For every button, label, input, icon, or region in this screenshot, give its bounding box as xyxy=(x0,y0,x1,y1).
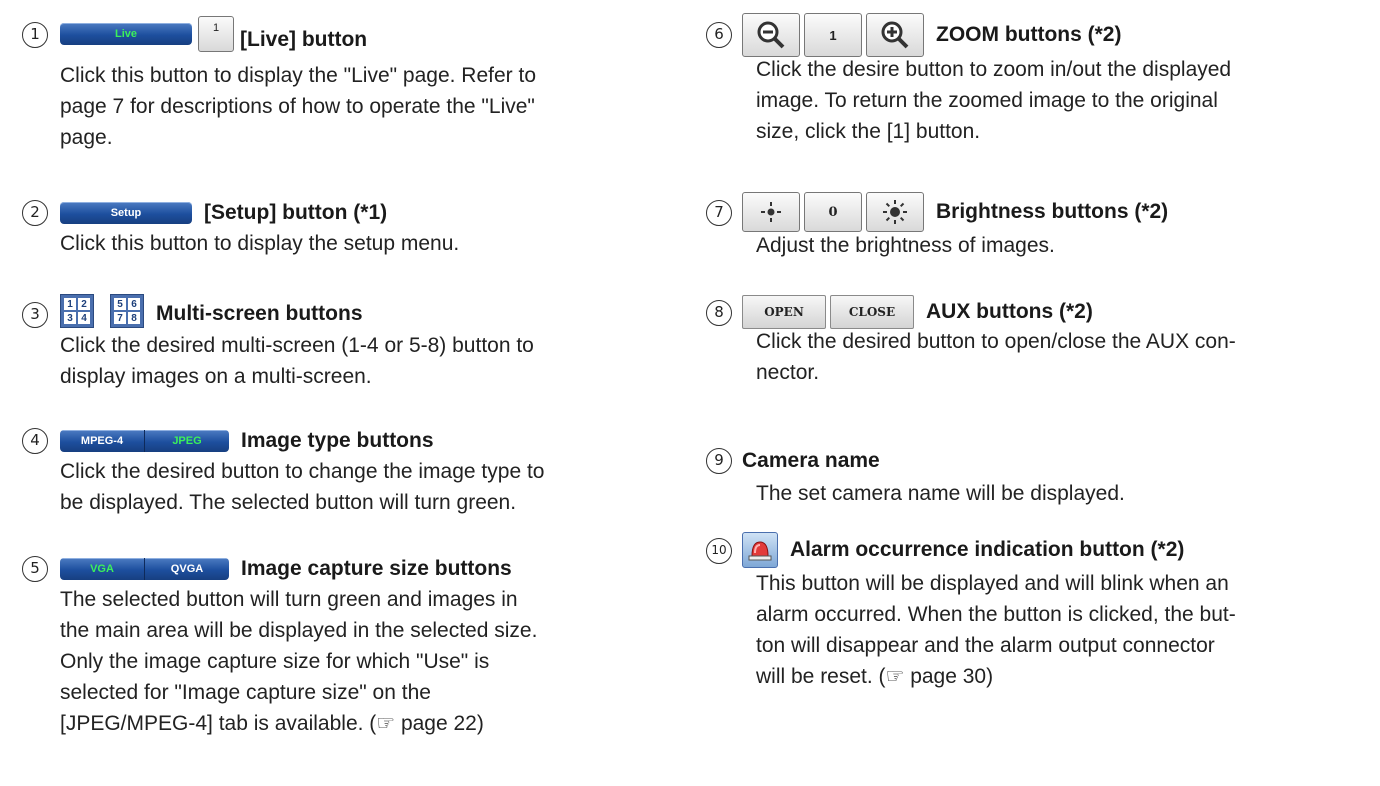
item-title: [Setup] button (*1) xyxy=(204,201,388,224)
zoom-in-icon xyxy=(881,21,909,49)
multiscreen-5-8-button[interactable]: 56 78 xyxy=(110,294,144,328)
brightness-up-button[interactable] xyxy=(866,192,924,232)
item-title: Multi-screen buttons xyxy=(156,302,363,325)
zoom-out-button[interactable] xyxy=(742,13,800,57)
item-title: Brightness buttons (*2) xyxy=(936,200,1169,223)
item-title: Image capture size buttons xyxy=(241,557,512,580)
multiscreen-1-4-button[interactable]: 12 34 xyxy=(60,294,94,328)
item-number: 10 xyxy=(706,538,732,564)
vga-button[interactable]: VGA xyxy=(60,558,145,580)
live-button[interactable]: Live xyxy=(60,23,192,45)
item-title: Image type buttons xyxy=(241,429,434,452)
item-number: 4 xyxy=(22,428,48,454)
zoom-in-button[interactable] xyxy=(866,13,924,57)
brightness-reset-button[interactable]: 0 xyxy=(804,192,862,232)
item-description: This button will be displayed and will b… xyxy=(756,572,1236,688)
image-type-group: MPEG-4 JPEG xyxy=(60,430,229,452)
item-title: Camera name xyxy=(742,449,880,472)
item-description: Click the desired button to open/close t… xyxy=(756,330,1236,384)
item-description: Adjust the brightness of images. xyxy=(756,234,1055,257)
item-description: Click the desired multi-screen (1-4 or 5… xyxy=(60,334,534,388)
item-number: 9 xyxy=(706,448,732,474)
item-description: The set camera name will be displayed. xyxy=(756,482,1125,505)
zoom-out-icon xyxy=(757,21,785,49)
mpeg4-button[interactable]: MPEG-4 xyxy=(60,430,145,452)
item-title: Alarm occurrence indication button (*2) xyxy=(790,538,1185,561)
item-description: Click the desire button to zoom in/out t… xyxy=(756,58,1232,143)
qvga-button[interactable]: QVGA xyxy=(145,558,229,580)
item-title: [Live] button xyxy=(240,28,368,51)
aux-open-button[interactable]: OPEN xyxy=(742,295,826,329)
brightness-up-icon xyxy=(883,200,907,224)
brightness-down-icon xyxy=(761,202,781,222)
item-description: Click this button to display the setup m… xyxy=(60,232,460,255)
zoom-reset-button[interactable]: 1 xyxy=(804,13,862,57)
aux-close-button[interactable]: CLOSE xyxy=(830,295,914,329)
item-number: 8 xyxy=(706,300,732,326)
item-number: 6 xyxy=(706,22,732,48)
alarm-icon xyxy=(748,541,772,561)
item-title: AUX buttons (*2) xyxy=(926,300,1093,323)
item-number: 2 xyxy=(22,200,48,226)
item-number: 7 xyxy=(706,200,732,226)
setup-button[interactable]: Setup xyxy=(60,202,192,224)
alarm-button[interactable] xyxy=(742,532,778,568)
item-number: 1 xyxy=(22,22,48,48)
brightness-down-button[interactable] xyxy=(742,192,800,232)
item-description: The selected button will turn green and … xyxy=(60,588,538,735)
item-number: 3 xyxy=(22,302,48,328)
live-one-button[interactable]: 1 xyxy=(198,16,234,52)
item-description: Click this button to display the "Live" … xyxy=(60,64,536,149)
item-number: 5 xyxy=(22,556,48,582)
capture-size-group: VGA QVGA xyxy=(60,558,229,580)
item-description: Click the desired button to change the i… xyxy=(60,460,545,514)
item-title: ZOOM buttons (*2) xyxy=(936,23,1122,46)
jpeg-button[interactable]: JPEG xyxy=(145,430,229,452)
